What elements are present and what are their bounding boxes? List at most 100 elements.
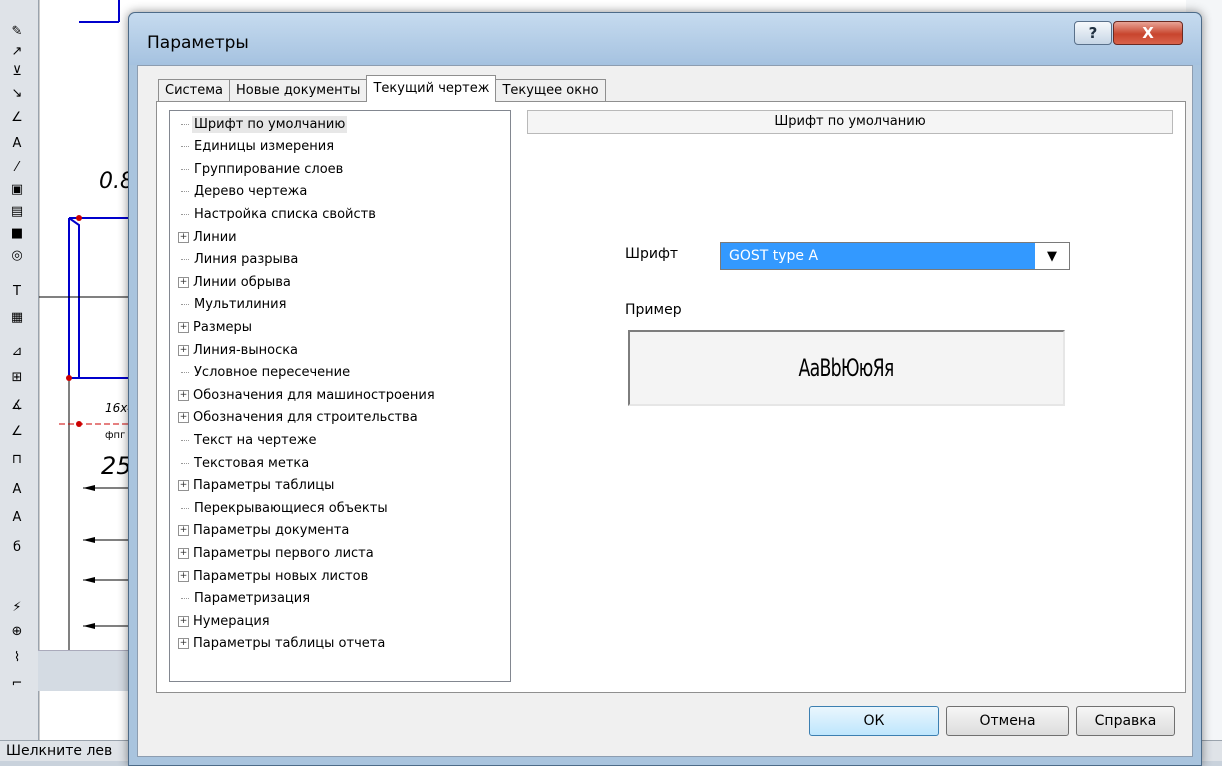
expand-icon[interactable]: +: [178, 412, 189, 424]
toolbar-tool-icon[interactable]: ↗: [7, 44, 27, 60]
tree-item[interactable]: + Линия-выноска: [178, 340, 300, 360]
tree-item-label: Текстовая метка: [194, 455, 310, 471]
tree-item[interactable]: Перекрывающиеся объекты: [178, 498, 390, 518]
toolbar-tool-icon[interactable]: ⊻: [7, 64, 27, 80]
tree-item[interactable]: + Параметры таблицы отчета: [178, 634, 387, 654]
expand-icon[interactable]: +: [178, 547, 189, 559]
toolbar-tool-icon[interactable]: ↘: [7, 86, 27, 102]
tree-item-label: Параметры новых листов: [193, 568, 369, 584]
toolbar-tool-icon[interactable]: ∡: [7, 398, 27, 414]
toolbar-tool-icon[interactable]: ✎: [7, 24, 27, 40]
toolbar-tool-icon[interactable]: ◎: [7, 248, 27, 264]
expand-icon[interactable]: +: [178, 525, 189, 537]
tree-item-label: Параметры таблицы: [193, 478, 335, 494]
expand-icon[interactable]: +: [178, 638, 189, 650]
toolbar-tool-icon[interactable]: ▣: [7, 182, 27, 198]
settings-tree[interactable]: Шрифт по умолчанию Единицы измерения Групп…: [169, 110, 511, 682]
toolbar-table-icon[interactable]: ▦: [7, 310, 27, 326]
font-label: Шрифт: [625, 246, 679, 262]
dialog-titlebar[interactable]: Параметры ? X: [129, 13, 1201, 65]
toolbar-tool-icon[interactable]: ⌇: [7, 650, 27, 666]
expand-icon[interactable]: +: [178, 480, 189, 492]
tree-item[interactable]: Настройка списка свойств: [178, 204, 378, 224]
help-button[interactable]: Справка: [1076, 706, 1175, 736]
tree-item-label: Мультилиния: [194, 297, 287, 313]
tree-item[interactable]: Единицы измерения: [178, 137, 336, 157]
tree-item[interactable]: Группирование слоев: [178, 159, 345, 179]
tree-connector: [181, 123, 189, 125]
tree-item-label: Обозначения для строительства: [193, 410, 418, 426]
ok-button[interactable]: ОК: [809, 706, 939, 736]
tree-item[interactable]: + Параметры новых листов: [178, 566, 370, 586]
expand-icon[interactable]: +: [178, 570, 189, 582]
tree-item[interactable]: Текст на чертеже: [178, 430, 318, 450]
toolbar-tool-icon[interactable]: ⁄: [7, 160, 27, 176]
toolbar-tool-icon[interactable]: A: [7, 482, 27, 498]
toolbar-tool-icon[interactable]: ⊕: [7, 624, 27, 640]
tree-item[interactable]: Шрифт по умолчанию: [178, 114, 348, 134]
tab-new-documents[interactable]: Новые документы: [229, 79, 368, 102]
chevron-down-icon[interactable]: ▼: [1035, 243, 1069, 269]
toolbar-tool-icon[interactable]: ⊞: [7, 370, 27, 386]
toolbar-tool-icon[interactable]: ⚡: [7, 600, 27, 616]
tree-item-label: Обозначения для машиностроения: [193, 387, 435, 403]
cancel-button[interactable]: Отмена: [946, 706, 1069, 736]
tree-item[interactable]: + Обозначения для строительства: [178, 408, 420, 428]
tab-page-current-drawing: Шрифт по умолчанию Единицы измерения Групп…: [156, 101, 1186, 693]
toolbar-tool-icon[interactable]: ∠: [7, 424, 27, 440]
tree-item[interactable]: Условное пересечение: [178, 363, 352, 383]
tree-connector: [181, 372, 189, 374]
tab-current-window[interactable]: Текущее окно: [495, 79, 606, 102]
toolbar-tool-icon[interactable]: ⊓: [7, 452, 27, 468]
expand-icon[interactable]: +: [178, 615, 189, 627]
tree-item-label: Нумерация: [193, 613, 270, 629]
expand-icon[interactable]: +: [178, 344, 189, 356]
toolbar-tool-icon[interactable]: A: [7, 136, 27, 152]
tree-item[interactable]: + Размеры: [178, 317, 254, 337]
tree-item[interactable]: + Параметры первого листа: [178, 543, 376, 563]
drawing-label: 25: [101, 452, 132, 480]
tree-item-label: Параметризация: [194, 591, 311, 607]
tab-current-drawing[interactable]: Текущий чертеж: [366, 75, 497, 102]
tree-item-label: Настройка списка свойств: [194, 206, 376, 222]
tree-connector: [181, 213, 189, 215]
tree-connector: [181, 146, 189, 148]
toolbar-tool-icon[interactable]: ⊿: [7, 344, 27, 360]
status-text: Шелкните лев: [6, 743, 113, 759]
tree-item[interactable]: + Параметры документа: [178, 521, 351, 541]
close-icon: X: [1142, 24, 1154, 42]
font-select[interactable]: GOST type A ▼: [720, 242, 1070, 270]
question-icon: ?: [1088, 24, 1098, 42]
expand-icon[interactable]: +: [178, 231, 189, 243]
tree-item[interactable]: + Обозначения для машиностроения: [178, 385, 437, 405]
font-sample-box: АаBbЮюЯя: [628, 330, 1065, 406]
sample-label: Пример: [625, 302, 682, 318]
toolbar-text-icon[interactable]: T: [7, 284, 27, 300]
expand-icon[interactable]: +: [178, 321, 189, 333]
toolbar-tool-icon[interactable]: ■: [7, 226, 27, 242]
tab-system[interactable]: Система: [158, 79, 231, 102]
help-title-button[interactable]: ?: [1074, 21, 1112, 45]
toolbar-tool-icon[interactable]: A: [7, 510, 27, 526]
tree-item[interactable]: Дерево чертежа: [178, 182, 309, 202]
tree-item[interactable]: + Параметры таблицы: [178, 476, 336, 496]
toolbar-tool-icon[interactable]: ∠: [7, 110, 27, 126]
tree-item[interactable]: + Линии: [178, 227, 239, 247]
tree-item-label: Единицы измерения: [194, 139, 335, 155]
tree-item[interactable]: Линия разрыва: [178, 250, 300, 270]
expand-icon[interactable]: +: [178, 389, 189, 401]
section-header: Шрифт по умолчанию: [527, 110, 1173, 134]
tree-item[interactable]: Текстовая метка: [178, 453, 311, 473]
tree-item[interactable]: Параметризация: [178, 589, 312, 609]
tree-item[interactable]: Мультилиния: [178, 295, 288, 315]
tree-item[interactable]: + Линии обрыва: [178, 272, 293, 292]
toolbar-tool-icon[interactable]: ⌐: [7, 676, 27, 692]
toolbar-tool-icon[interactable]: б: [7, 540, 27, 556]
tree-connector: [181, 191, 189, 193]
tree-item[interactable]: + Нумерация: [178, 611, 272, 631]
tree-connector: [181, 462, 189, 464]
close-button[interactable]: X: [1113, 21, 1183, 45]
toolbar-tool-icon[interactable]: ▤: [7, 204, 27, 220]
expand-icon[interactable]: +: [178, 276, 189, 288]
tree-item-label: Текст на чертеже: [194, 432, 317, 448]
